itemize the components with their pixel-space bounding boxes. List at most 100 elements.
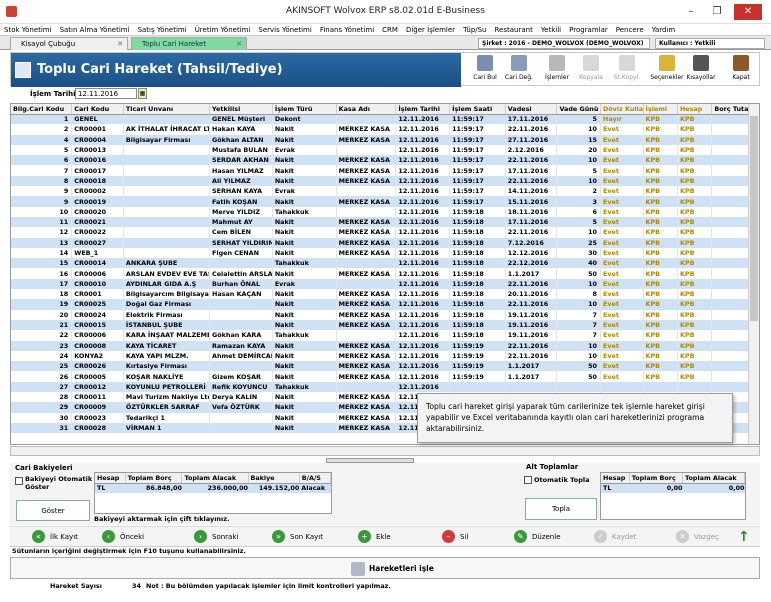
tab-close-icon[interactable]: ✕ — [236, 38, 242, 50]
table-row[interactable]: 23 CR00008 KAYA TİCARET Ramazan KAYA Nakit ME… — [11, 340, 751, 351]
grid-cell[interactable]: 7 — [556, 319, 601, 331]
grid-cell[interactable]: Nakit — [272, 227, 337, 238]
grid-cell[interactable] — [711, 237, 751, 248]
column-header[interactable]: İşlemi — [643, 104, 678, 115]
grid-cell[interactable]: Nakit — [272, 299, 337, 310]
grid-cell[interactable]: KPB — [643, 155, 678, 166]
menu-item[interactable]: Stok Yönetimi — [0, 24, 56, 36]
grid-cell[interactable]: 2 — [556, 186, 601, 197]
grid-cell[interactable]: KPB — [643, 247, 678, 259]
grid-cell[interactable] — [711, 309, 751, 320]
grid-cell[interactable]: Tahakkuk — [272, 381, 337, 393]
grid-cell[interactable]: Mahmut AY — [209, 216, 273, 228]
grid-cell[interactable]: CR00008 — [71, 340, 124, 351]
grid-cell[interactable]: KPB — [643, 227, 678, 238]
grid-cell[interactable]: KPB — [643, 268, 678, 279]
grid-cell[interactable]: 11:59:18 — [449, 206, 506, 217]
grid-cell[interactable]: 17.11.2016 — [505, 114, 558, 125]
grid-cell[interactable]: MERKEZ KASA — [336, 289, 397, 300]
grid-cell[interactable]: KPB — [643, 196, 678, 207]
grid-cell[interactable]: KOŞAR NAKLİYE — [123, 371, 211, 382]
grid-cell[interactable]: 10 — [556, 278, 601, 290]
grid-cell[interactable]: 12.11.2016 — [395, 309, 451, 320]
grid-cell[interactable]: KPB — [677, 196, 713, 207]
grid-cell[interactable]: Tedarikçi 1 — [123, 412, 211, 423]
grid-cell[interactable]: 12.11.2016 — [395, 278, 451, 290]
grid-cell[interactable] — [505, 381, 558, 393]
grid-cell[interactable]: 15 — [556, 134, 601, 145]
grid-cell[interactable]: 12.11.2016 — [395, 299, 451, 310]
grid-cell[interactable]: 11:59:17 — [449, 165, 506, 176]
menu-item[interactable]: Diğer İşlemler — [402, 24, 459, 36]
grid-cell[interactable]: 10 — [11, 206, 73, 217]
grid-cell[interactable]: Gökhan ALTAN — [209, 134, 273, 145]
grid-cell[interactable]: KPB — [643, 206, 678, 217]
grid-cell[interactable] — [123, 144, 211, 156]
grid-cell[interactable]: KPB — [643, 134, 678, 145]
grid-horizontal-scrollbar[interactable] — [10, 446, 760, 456]
grid-cell[interactable]: KAYA TİCARET — [123, 340, 211, 351]
grid-cell[interactable]: Evet — [600, 268, 644, 279]
grid-cell[interactable]: Burhan ÖNAL — [209, 278, 273, 290]
grid-cell[interactable]: Cem BİLEN — [209, 227, 273, 238]
grid-cell[interactable]: 12.11.2016 — [395, 381, 451, 393]
grid-cell[interactable]: CR00013 — [71, 144, 124, 156]
bakiye-otomatik-checkbox[interactable] — [15, 477, 23, 485]
grid-cell[interactable]: 6 — [556, 206, 601, 217]
table-row[interactable]: 15 CR00014 ANKARA ŞUBE Tahakkuk 12.11.2016 11… — [11, 258, 751, 269]
column-header[interactable]: İşlem Türü — [272, 104, 337, 115]
grid-cell[interactable]: 10 — [556, 175, 601, 187]
grid-cell[interactable]: Nakit — [272, 361, 337, 372]
grid-cell[interactable]: 22.11.2016 — [505, 350, 558, 362]
grid-cell[interactable]: KPB — [677, 289, 713, 300]
grid-cell[interactable] — [711, 258, 751, 269]
grid-cell[interactable] — [123, 165, 211, 176]
grid-cell[interactable]: CR00028 — [71, 422, 124, 434]
grid-cell[interactable] — [711, 175, 751, 187]
grid-cell[interactable]: 19.11.2016 — [505, 330, 558, 341]
ilk-kayit-button[interactable]: « İlk Kayıt — [32, 530, 92, 544]
grid-cell[interactable]: CR00024 — [71, 309, 124, 320]
grid-cell[interactable]: Evet — [600, 124, 644, 135]
grid-cell[interactable]: Evet — [600, 206, 644, 217]
grid-cell[interactable] — [449, 381, 506, 393]
menu-item[interactable]: Servis Yönetimi — [254, 24, 315, 36]
grid-cell[interactable]: 12.11.2016 — [395, 371, 451, 382]
grid-cell[interactable]: 30 — [11, 412, 73, 423]
grid-cell[interactable]: Gizem KOŞAR — [209, 371, 273, 382]
grid-cell[interactable]: Kırtasiye Firması — [123, 361, 211, 372]
tab-close-icon[interactable]: ✕ — [117, 38, 123, 50]
table-row[interactable]: 16CR00006ARSLAN EVDEV EVE TAŞIMACelalett… — [11, 268, 751, 279]
grid-cell[interactable]: Ahmet DEMİRCAN — [209, 350, 273, 362]
grid-cell[interactable]: 11:59:17 — [449, 155, 506, 166]
grid-cell[interactable]: Evet — [600, 247, 644, 259]
grid-cell[interactable]: ANKARA ŞUBE — [123, 258, 211, 269]
grid-cell[interactable] — [711, 114, 751, 125]
grid-cell[interactable]: 12.11.2016 — [395, 247, 451, 259]
grid-cell[interactable]: CR00006 — [71, 268, 124, 279]
grid-cell[interactable]: CR00012 — [71, 381, 124, 393]
grid-cell[interactable]: 5 — [556, 216, 601, 228]
grid-cell[interactable]: Nakit — [272, 247, 337, 259]
grid-cell[interactable]: 50 — [556, 371, 601, 382]
grid-cell[interactable]: 12.11.2016 — [395, 330, 451, 341]
grid-cell[interactable]: 14.11.2016 — [505, 186, 558, 197]
grid-cell[interactable]: KPB — [677, 350, 713, 362]
grid-cell[interactable] — [123, 216, 211, 228]
grid-cell[interactable]: 11:59:18 — [449, 330, 506, 341]
table-row[interactable]: 18CR0001Bilgisayarcım Bilgisayar PaHasan… — [11, 289, 751, 300]
grid-cell[interactable]: KPB — [677, 361, 713, 372]
vazgec-button[interactable]: ✕ Vazgeç — [676, 530, 731, 544]
grid-cell[interactable]: Evet — [600, 319, 644, 331]
grid-cell[interactable]: 12.11.2016 — [395, 340, 451, 351]
grid-cell[interactable]: Evet — [600, 309, 644, 320]
duzenle-button[interactable]: ✎ Düzenle — [514, 530, 574, 544]
grid-cell[interactable]: 20.11.2016 — [505, 289, 558, 300]
grid-cell[interactable]: 11:59:18 — [449, 216, 506, 228]
grid-cell[interactable]: KPB — [677, 134, 713, 145]
grid-cell[interactable]: 11:59:17 — [449, 114, 506, 125]
column-header[interactable]: Kasa Adı — [336, 104, 397, 115]
grid-cell[interactable] — [556, 381, 601, 393]
grid-cell[interactable]: KPB — [643, 216, 678, 228]
grid-cell[interactable]: Evrak — [272, 144, 337, 156]
